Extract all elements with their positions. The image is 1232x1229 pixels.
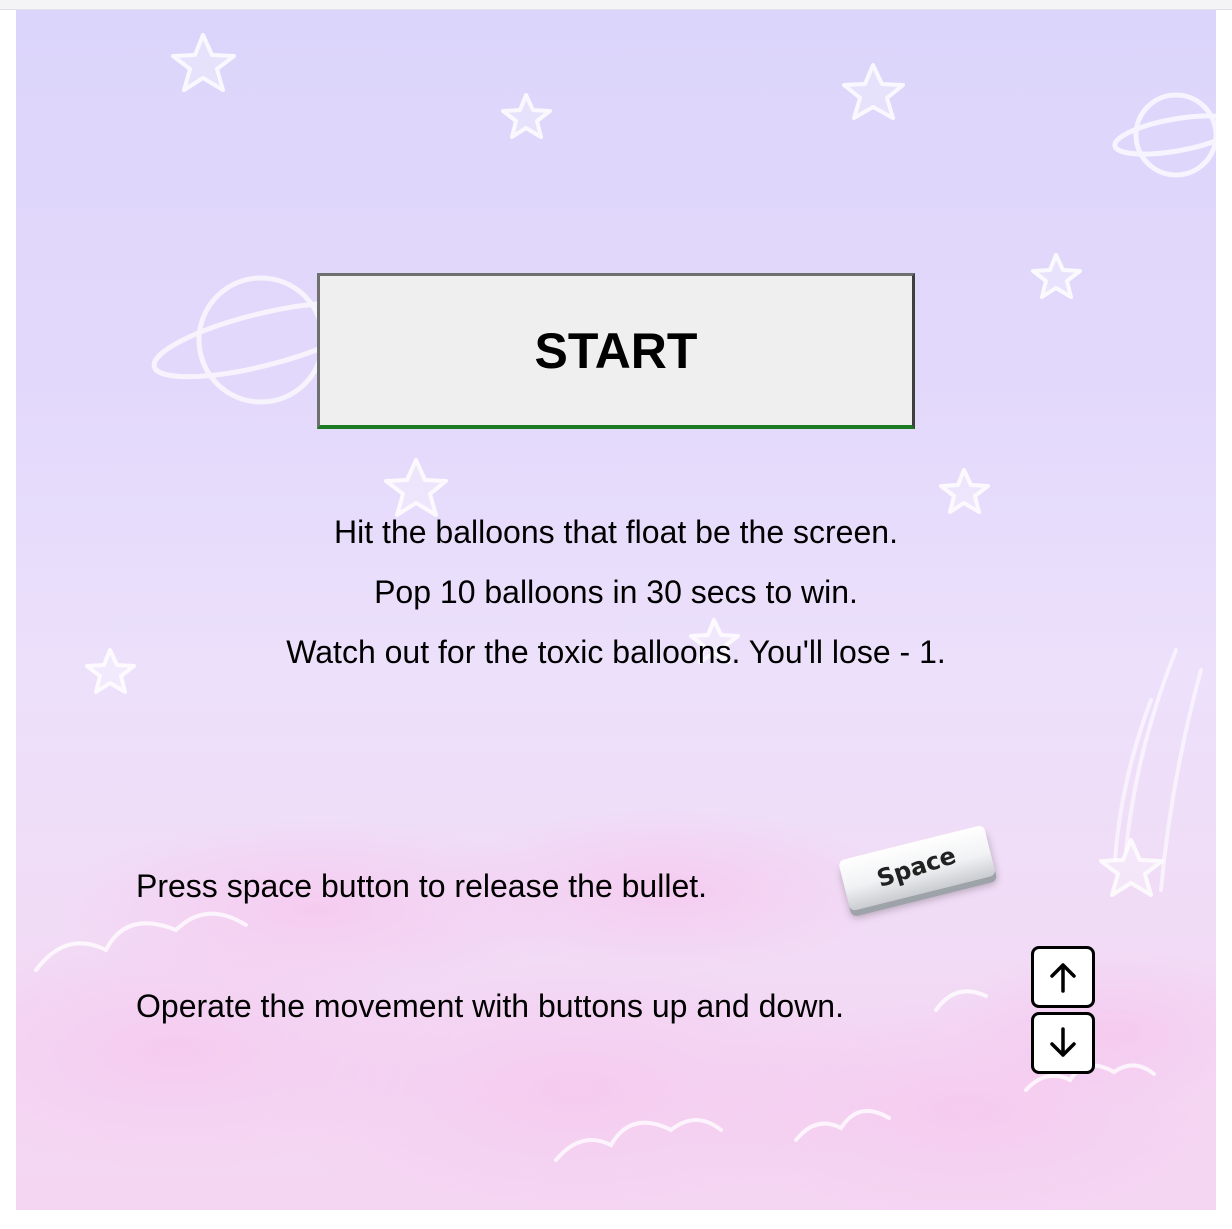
rule-hit-balloons: Hit the balloons that float be the scree… <box>334 514 898 550</box>
up-arrow-key[interactable] <box>1031 946 1095 1008</box>
planet-right <box>1112 92 1216 178</box>
arrow-up-icon <box>1050 963 1076 993</box>
move-instruction: Operate the movement with buttons up and… <box>136 988 844 1024</box>
arrow-down-icon <box>1050 1027 1076 1057</box>
game-rules: Hit the balloons that float be the scree… <box>16 506 1216 686</box>
browser-top-rule <box>0 0 1232 10</box>
down-arrow-key[interactable] <box>1031 1012 1095 1074</box>
rule-toxic-balloons: Watch out for the toxic balloons. You'll… <box>286 634 946 670</box>
shoot-instruction: Press space button to release the bullet… <box>136 868 708 904</box>
game-screen: START Hit the balloons that float be the… <box>16 10 1216 1210</box>
rule-win-condition: Pop 10 balloons in 30 secs to win. <box>374 574 858 610</box>
star-decorations <box>85 33 1164 897</box>
start-button[interactable]: START <box>317 273 915 429</box>
